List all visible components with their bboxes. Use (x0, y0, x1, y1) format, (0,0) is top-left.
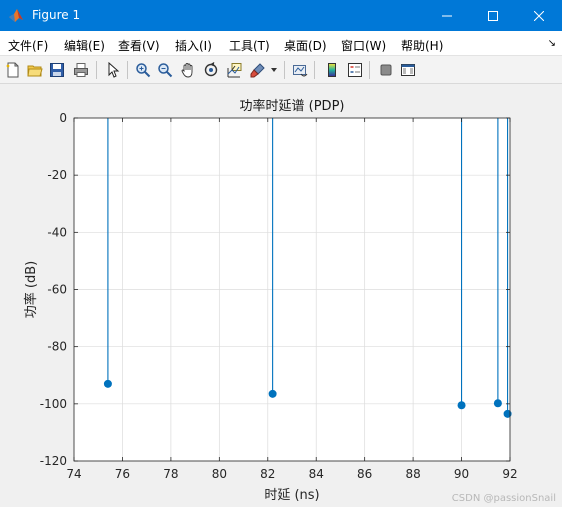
menu-insert[interactable]: 插入(I) (175, 37, 212, 54)
minimize-button[interactable] (424, 0, 470, 31)
link-plot-icon (293, 65, 308, 77)
pan-button[interactable] (178, 60, 198, 80)
show-plot-tools-icon (401, 64, 415, 76)
toolbar-separator (314, 61, 315, 79)
link-plot-button[interactable] (290, 60, 310, 80)
figure-toolbar (0, 56, 562, 84)
y-tick-label: -40 (47, 225, 67, 239)
x-tick-label: 92 (502, 467, 517, 481)
watermark: CSDN @passionSnail (451, 493, 556, 504)
x-tick-label: 90 (454, 467, 469, 481)
brush-dropdown-icon (271, 68, 277, 72)
toolbar-separator (369, 61, 370, 79)
pointer-button[interactable] (103, 60, 123, 80)
hide-plot-tools-button[interactable] (376, 60, 396, 80)
y-tick-label: -120 (40, 454, 67, 468)
data-cursor-icon (227, 63, 242, 78)
new-figure-button[interactable] (3, 60, 23, 80)
minimize-icon (442, 15, 452, 16)
menu-view[interactable]: 查看(V) (118, 37, 160, 54)
open-file-button[interactable] (25, 60, 45, 80)
x-tick-label: 84 (309, 467, 324, 481)
y-tick-label: -80 (47, 340, 67, 354)
colorbar-button[interactable] (322, 60, 342, 80)
menu-file[interactable]: 文件(F) (8, 37, 48, 54)
x-axis-label: 时延 (ns) (264, 488, 319, 503)
menu-help[interactable]: 帮助(H) (401, 37, 443, 54)
y-tick-label: -100 (40, 397, 67, 411)
maximize-icon (488, 10, 498, 21)
menu-window[interactable]: 窗口(W) (341, 37, 386, 54)
pointer-icon (108, 62, 120, 78)
menu-overflow-arrow-icon[interactable]: ↘ (548, 38, 556, 49)
figure-canvas: 74 76 78 80 82 84 86 88 90 92 0 -20 -40 -60 -80 -100 -12… (0, 85, 562, 507)
toolbar-separator (96, 61, 97, 79)
pdp-stem-plot[interactable]: 74 76 78 80 82 84 86 88 90 92 0 -20 -40 -60 -80 -100 -12… (0, 85, 562, 507)
window-title: Figure 1 (32, 8, 81, 22)
close-icon (534, 10, 544, 21)
y-tick-label: 0 (59, 111, 67, 125)
maximize-button[interactable] (470, 0, 516, 31)
save-icon (50, 63, 64, 77)
show-plot-tools-button[interactable] (398, 60, 418, 80)
x-tick-label: 80 (212, 467, 227, 481)
x-tick-label: 78 (163, 467, 178, 481)
print-button[interactable] (71, 60, 91, 80)
stem-marker (457, 401, 466, 410)
legend-button[interactable] (345, 60, 365, 80)
menu-bar: 文件(F) 编辑(E) 查看(V) 插入(I) 工具(T) 桌面(D) 窗口(W… (0, 31, 562, 56)
pan-hand-icon (181, 63, 193, 78)
stem-marker (268, 389, 277, 398)
y-tick-label: -60 (47, 283, 67, 297)
colorbar-icon (328, 63, 336, 77)
legend-icon (348, 63, 362, 77)
stem-marker (493, 399, 502, 408)
brush-dropdown-button[interactable] (268, 60, 280, 80)
x-tick-label: 88 (405, 467, 420, 481)
zoom-in-button[interactable] (133, 60, 153, 80)
menu-edit[interactable]: 编辑(E) (64, 37, 105, 54)
stem-marker (103, 379, 112, 388)
brush-button[interactable] (248, 60, 268, 80)
brush-icon (250, 63, 265, 78)
x-tick-label: 76 (115, 467, 130, 481)
save-button[interactable] (47, 60, 67, 80)
open-file-icon (27, 65, 43, 77)
matlab-logo-icon (9, 9, 23, 22)
rotate-3d-button[interactable] (201, 60, 221, 80)
y-axis-label: 功率 (dB) (23, 261, 39, 318)
rotate-3d-icon (204, 62, 218, 77)
data-cursor-button[interactable] (224, 60, 244, 80)
chart-title: 功率时延谱 (PDP) (240, 98, 345, 114)
y-tick-label: -20 (47, 168, 67, 182)
window-titlebar: Figure 1 (0, 0, 562, 31)
toolbar-separator (127, 61, 128, 79)
toolbar-separator (284, 61, 285, 79)
hide-plot-tools-icon (380, 64, 392, 76)
x-tick-label: 86 (357, 467, 372, 481)
close-button[interactable] (516, 0, 562, 31)
zoom-in-icon (136, 63, 151, 78)
zoom-out-button[interactable] (155, 60, 175, 80)
new-figure-icon (6, 62, 19, 78)
print-icon (74, 63, 88, 77)
zoom-out-icon (158, 63, 173, 78)
x-tick-label: 74 (66, 467, 81, 481)
x-tick-label: 82 (260, 467, 275, 481)
menu-tools[interactable]: 工具(T) (229, 37, 270, 54)
menu-desktop[interactable]: 桌面(D) (284, 37, 327, 54)
